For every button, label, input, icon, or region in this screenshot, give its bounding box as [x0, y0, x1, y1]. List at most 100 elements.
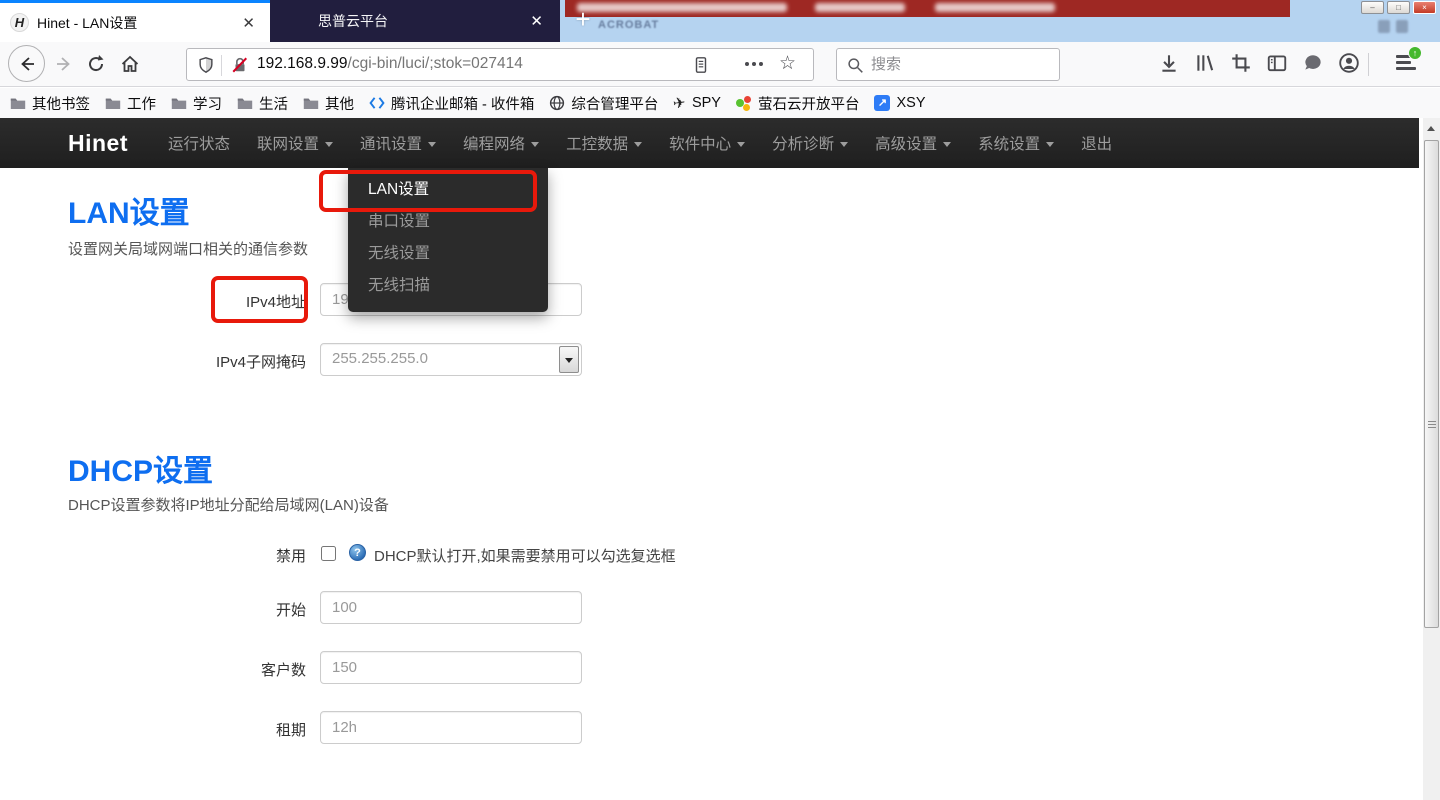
- dhcp-lease-input[interactable]: [320, 711, 582, 744]
- url-host: 192.168.9.99: [257, 55, 348, 72]
- bookmark-folder-life[interactable]: 生活: [237, 93, 288, 114]
- bookmark-label: 腾讯企业邮箱 - 收件箱: [391, 93, 534, 114]
- annotation-box-ipv4-label: [211, 276, 308, 323]
- nav-item-network-settings[interactable]: 联网设置: [257, 132, 333, 154]
- bookmark-folder-work[interactable]: 工作: [105, 93, 156, 114]
- app-navbar: Hinet 运行状态 联网设置 通讯设置 编程网络 工控数据 软件中心 分析诊断…: [0, 118, 1419, 168]
- nav-item-running-status[interactable]: 运行状态: [168, 132, 230, 154]
- nav-item-system-settings[interactable]: 系统设置: [978, 132, 1054, 154]
- tab-sipu-cloud[interactable]: 思普云平台 ✕: [270, 0, 560, 42]
- blurred-text: [577, 3, 787, 12]
- site-favicon: H: [10, 13, 29, 32]
- bookmark-xsy[interactable]: ↗ XSY: [874, 95, 925, 111]
- address-bar[interactable]: 192.168.9.99/cgi-bin/luci/;stok=027414 ☆: [186, 48, 814, 81]
- folder-icon: [303, 96, 319, 110]
- chevron-down-icon: [428, 142, 436, 147]
- dhcp-clients-input[interactable]: [320, 651, 582, 684]
- search-icon: [847, 57, 864, 74]
- back-button[interactable]: [8, 45, 45, 82]
- scrollbar[interactable]: [1423, 118, 1440, 800]
- scrollbar-thumb[interactable]: [1424, 140, 1439, 628]
- bookmark-label: 其他书签: [32, 93, 90, 114]
- dhcp-disable-label: 禁用: [0, 545, 306, 566]
- chevron-down-icon: [634, 142, 642, 147]
- nav-item-advanced-settings[interactable]: 高级设置: [875, 132, 951, 154]
- lan-section-title: LAN设置: [68, 188, 190, 232]
- acrobat-label: ACROBAT: [598, 19, 659, 31]
- library-icon[interactable]: [1194, 52, 1218, 76]
- globe-icon: [549, 95, 565, 111]
- bookmark-label: XSY: [896, 95, 925, 111]
- tab-close-icon[interactable]: ✕: [237, 12, 260, 34]
- chevron-down-icon: [531, 142, 539, 147]
- brand-logo[interactable]: Hinet: [68, 130, 128, 157]
- bookmark-tencent-mail[interactable]: 腾讯企业邮箱 - 收件箱: [369, 93, 534, 114]
- xsy-icon: ↗: [874, 95, 890, 111]
- background-window-titlebar: [565, 0, 1290, 17]
- lan-section-desc: 设置网关局域网端口相关的通信参数: [68, 238, 308, 259]
- nav-item-software-center[interactable]: 软件中心: [669, 132, 745, 154]
- bookmark-spy[interactable]: ✈ SPY: [673, 94, 721, 112]
- bookmark-ezviz-platform[interactable]: 萤石云开放平台: [736, 93, 860, 114]
- url-path: /cgi-bin/luci/;stok=027414: [348, 55, 523, 72]
- nav-item-logout[interactable]: 退出: [1081, 132, 1112, 154]
- home-icon[interactable]: [118, 52, 142, 76]
- chevron-down-icon: [943, 142, 951, 147]
- dropdown-item-wireless-scan[interactable]: 无线扫描: [348, 270, 548, 302]
- ipv4-netmask-select[interactable]: 255.255.255.0: [320, 343, 582, 376]
- forward-button[interactable]: [52, 52, 76, 76]
- bookmark-folder-study[interactable]: 学习: [171, 93, 222, 114]
- ezviz-icon: [736, 95, 752, 111]
- background-window: ACROBAT – □ ×: [560, 0, 1440, 42]
- bookmark-label: 萤石云开放平台: [758, 93, 860, 114]
- browser-toolbar: 192.168.9.99/cgi-bin/luci/;stok=027414 ☆: [0, 42, 1440, 87]
- dhcp-start-input[interactable]: [320, 591, 582, 624]
- bookmark-management-platform[interactable]: 综合管理平台: [549, 93, 658, 114]
- screen: ACROBAT – □ × H Hinet - LAN设置 ✕ 思普云平台 ✕ …: [0, 0, 1440, 800]
- blurred-text: [815, 3, 905, 12]
- chat-bubble-icon[interactable]: [1302, 52, 1326, 76]
- page-actions-icon[interactable]: [745, 62, 763, 66]
- tab-title: Hinet - LAN设置: [37, 13, 237, 33]
- close-button[interactable]: ×: [1413, 1, 1436, 14]
- tab-hinet[interactable]: H Hinet - LAN设置 ✕: [0, 0, 270, 42]
- dropdown-arrow-icon[interactable]: [559, 346, 579, 373]
- help-icon[interactable]: ?: [349, 544, 366, 561]
- nav-item-comm-settings[interactable]: 通讯设置: [360, 132, 436, 154]
- dhcp-lease-label: 租期: [0, 719, 306, 740]
- download-icon[interactable]: [1158, 52, 1182, 76]
- nav-item-programming-network[interactable]: 编程网络: [463, 132, 539, 154]
- scroll-up-arrow-icon[interactable]: [1423, 120, 1440, 136]
- search-input[interactable]: [871, 53, 1051, 76]
- search-box[interactable]: [836, 48, 1060, 81]
- chevron-down-icon: [840, 142, 848, 147]
- nav-item-industrial-data[interactable]: 工控数据: [566, 132, 642, 154]
- minimize-button[interactable]: –: [1361, 1, 1384, 14]
- maximize-button[interactable]: □: [1387, 1, 1410, 14]
- dhcp-clients-label: 客户数: [0, 659, 306, 680]
- account-icon[interactable]: [1338, 52, 1362, 76]
- chevron-down-icon: [1046, 142, 1054, 147]
- new-tab-button[interactable]: +: [568, 4, 598, 36]
- insecure-lock-icon[interactable]: [231, 56, 249, 74]
- reader-mode-icon[interactable]: [692, 56, 710, 74]
- screenshot-icon[interactable]: [1230, 52, 1254, 76]
- page-content: LAN设置 设置网关局域网端口相关的通信参数 IPv4地址 IPv4子网掩码 2…: [0, 168, 1423, 800]
- blurred-text: [935, 3, 1055, 12]
- bookmark-label: 生活: [259, 93, 288, 114]
- nav-item-analysis-diagnosis[interactable]: 分析诊断: [772, 132, 848, 154]
- bookmark-folder-other-bookmarks[interactable]: 其他书签: [10, 93, 90, 114]
- reload-icon[interactable]: [84, 52, 108, 76]
- sidebar-toggle-icon[interactable]: [1266, 52, 1290, 76]
- tab-close-icon[interactable]: ✕: [525, 10, 548, 32]
- bookmark-folder-misc[interactable]: 其他: [303, 93, 354, 114]
- dhcp-disable-checkbox[interactable]: [321, 546, 336, 561]
- tracking-shield-icon[interactable]: [197, 56, 215, 74]
- scrollbar-grip: [1428, 421, 1436, 430]
- bookmark-star-icon[interactable]: ☆: [779, 52, 796, 75]
- divider: [1368, 53, 1369, 76]
- bookmark-label: 其他: [325, 93, 354, 114]
- url-text[interactable]: 192.168.9.99/cgi-bin/luci/;stok=027414: [257, 55, 523, 73]
- bookmark-label: 综合管理平台: [571, 93, 658, 114]
- dropdown-item-wireless-settings[interactable]: 无线设置: [348, 238, 548, 270]
